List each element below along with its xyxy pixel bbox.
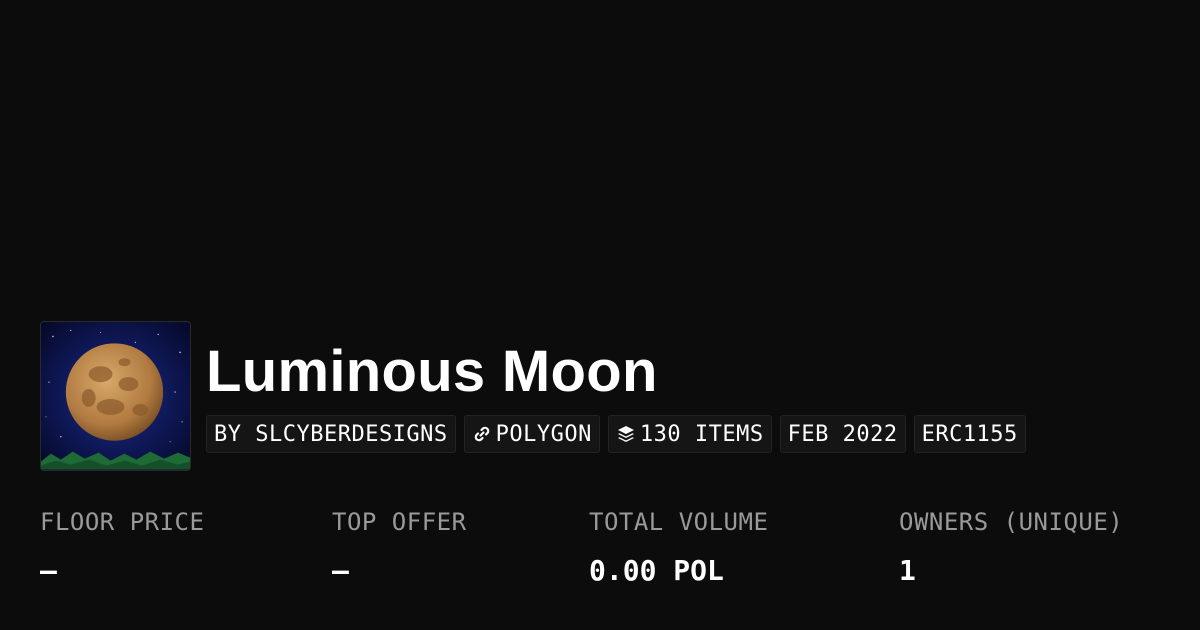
token-standard-label: ERC1155 bbox=[921, 421, 1018, 447]
token-standard-tag: ERC1155 bbox=[913, 415, 1026, 453]
stat-value: 1 bbox=[899, 554, 916, 587]
creator-tag[interactable]: BY SLCYBERDESIGNS bbox=[206, 415, 456, 453]
stat-value: – bbox=[40, 554, 57, 587]
stat-label: TOP OFFER bbox=[332, 508, 467, 536]
chain-link-icon bbox=[472, 424, 492, 444]
stat-top-offer: TOP OFFER – bbox=[332, 505, 467, 589]
stat-value: – bbox=[332, 554, 349, 587]
stat-owners: OWNERS (UNIQUE) 1 bbox=[899, 505, 1123, 589]
items-count-tag: 130 ITEMS bbox=[607, 415, 772, 453]
stat-label: TOTAL VOLUME bbox=[589, 508, 769, 536]
chain-tag[interactable]: POLYGON bbox=[463, 415, 600, 453]
collection-stats: FLOOR PRICE – TOP OFFER – TOTAL VOLUME 0… bbox=[0, 505, 1200, 605]
stat-label: FLOOR PRICE bbox=[40, 508, 205, 536]
collection-tags: BY SLCYBERDESIGNS POLYGON 130 ITEMS FEB … bbox=[206, 415, 1026, 453]
chain-label: POLYGON bbox=[495, 421, 592, 447]
collection-thumbnail bbox=[40, 321, 191, 471]
stat-floor-price: FLOOR PRICE – bbox=[40, 505, 204, 589]
stat-value: 0.00 POL bbox=[589, 554, 724, 587]
created-date-label: FEB 2022 bbox=[787, 421, 898, 447]
creator-label: BY SLCYBERDESIGNS bbox=[214, 421, 448, 447]
items-count-label: 130 ITEMS bbox=[639, 421, 764, 447]
created-date-tag: FEB 2022 bbox=[779, 415, 906, 453]
collection-title: Luminous Moon bbox=[206, 339, 658, 404]
stat-label: OWNERS (UNIQUE) bbox=[899, 508, 1124, 536]
layers-icon bbox=[616, 424, 636, 444]
moon-artwork bbox=[41, 322, 190, 470]
stat-total-volume: TOTAL VOLUME 0.00 POL bbox=[589, 505, 768, 589]
